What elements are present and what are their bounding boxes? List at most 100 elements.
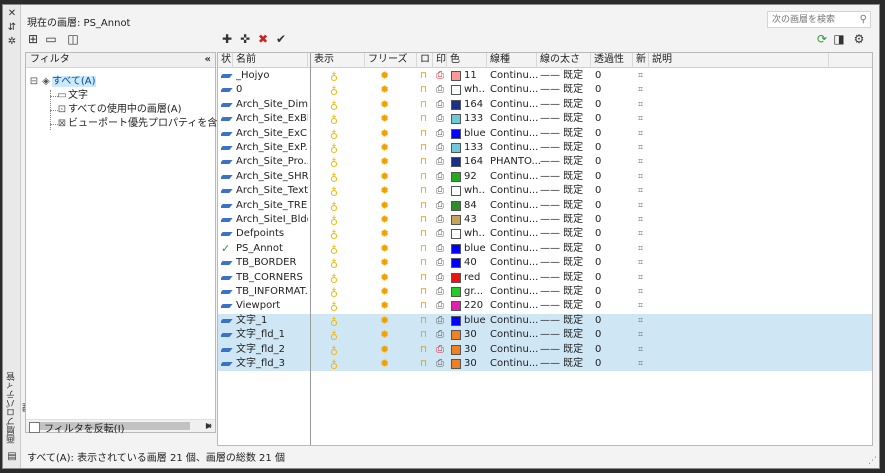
transparency[interactable]: 0 [595,343,615,357]
collapse-filter-button[interactable]: « [205,419,212,432]
no-plot-icon[interactable]: ⎙ [436,69,448,83]
layer-row[interactable]: Arch_Site_ExC... ♀ ✹ ⊓ ⎙ blue Continu...—— 既定 0… [218,127,872,141]
transparency[interactable]: 0 [595,112,615,126]
lineweight[interactable]: —— 既定 [540,242,588,256]
plot-icon[interactable]: ⎙ [436,184,448,198]
lineweight[interactable]: —— 既定 [540,83,588,97]
on-bulb-icon[interactable]: ♀ [326,343,338,357]
tree-node-all-used[interactable]: ⊡ すべての使用中の画層(A) [56,104,182,116]
on-bulb-icon[interactable]: ♀ [326,69,338,83]
color-name[interactable]: blue [464,127,486,141]
color-swatch[interactable] [451,157,461,168]
color-swatch[interactable] [451,301,461,312]
translucency-icon[interactable]: ◨ [831,31,847,47]
checkbox-box[interactable] [29,422,40,433]
lineweight[interactable]: —— 既定 [540,357,588,371]
column-color[interactable]: 色 [447,53,487,68]
layer-row[interactable]: 文字_fld_1 ♀ ✹ ⊓ ⎙ 30 Continu... —— 既定 0 ⌗ [218,328,872,343]
lineweight[interactable]: —— 既定 [540,199,588,213]
transparency[interactable]: 0 [595,271,615,285]
layer-name[interactable]: Viewport [236,299,308,313]
thaw-sun-icon[interactable]: ✹ [380,83,392,97]
layer-name[interactable]: Arch_Site_SHR... [236,170,308,184]
color-name[interactable]: 30 [464,357,486,371]
linetype[interactable]: Continu... [490,184,540,198]
tree-expander-icon[interactable]: ⊟ [28,76,40,88]
transparency[interactable]: 0 [595,227,615,241]
on-bulb-icon[interactable]: ♀ [326,328,338,342]
layer-name[interactable]: 0 [236,83,308,97]
thaw-sun-icon[interactable]: ✹ [380,299,392,313]
column-lock[interactable]: ロ [417,53,433,68]
unlock-icon[interactable]: ⊓ [420,271,430,285]
on-bulb-icon[interactable]: ♀ [326,155,338,169]
thaw-sun-icon[interactable]: ✹ [380,199,392,213]
layer-name[interactable]: Arch_Site_Dim... [236,98,308,112]
plot-icon[interactable]: ⎙ [436,271,448,285]
transparency[interactable]: 0 [595,155,615,169]
layer-row[interactable]: 0 ♀ ✹ ⊓ ⎙ wh... Continu... —— 既定 0 ⌗ [218,83,872,97]
layer-name[interactable]: 文字_1 [236,314,308,328]
column-new-vp-freeze[interactable]: 新 [633,53,649,68]
lineweight[interactable]: —— 既定 [540,343,588,357]
new-vp-freeze-icon[interactable]: ⌗ [638,285,650,299]
settings-gear-icon[interactable]: ⚙ [851,31,867,47]
new-vp-freeze-icon[interactable]: ⌗ [638,199,650,213]
column-status[interactable]: 状 [218,53,233,68]
color-name[interactable]: 30 [464,328,486,342]
color-swatch[interactable] [451,258,461,269]
close-icon[interactable]: ✕ [7,9,17,19]
lineweight[interactable]: —— 既定 [540,314,588,328]
linetype[interactable]: Continu... [490,299,540,313]
transparency[interactable]: 0 [595,357,615,371]
color-name[interactable]: 84 [464,199,486,213]
linetype[interactable]: PHANTO... [490,155,540,169]
transparency[interactable]: 0 [595,184,615,198]
layer-row[interactable]: Arch_Site_Text ♀ ✹ ⊓ ⎙ wh... Continu... —— 既定 0 ⌗ [218,184,872,198]
column-linetype[interactable]: 線種 [487,53,537,68]
color-name[interactable]: 164 [464,155,486,169]
lineweight[interactable]: —— 既定 [540,271,588,285]
layer-name[interactable]: TB_BORDER [236,256,308,270]
plot-icon[interactable]: ⎙ [436,155,448,169]
lineweight[interactable]: —— 既定 [540,299,588,313]
new-vp-freeze-icon[interactable]: ⌗ [638,314,650,328]
plot-icon[interactable]: ⎙ [436,127,448,141]
unlock-icon[interactable]: ⊓ [420,199,430,213]
linetype[interactable]: Continu... [490,112,540,126]
linetype[interactable]: Continu... [490,271,540,285]
linetype[interactable]: Continu... [490,314,540,328]
unlock-icon[interactable]: ⊓ [420,69,430,83]
lineweight[interactable]: —— 既定 [540,141,588,155]
linetype[interactable]: Continu... [490,141,540,155]
on-bulb-icon[interactable]: ♀ [326,112,338,126]
delete-layer-icon[interactable]: ✖ [255,31,271,47]
color-name[interactable]: 133 [464,141,486,155]
layer-name[interactable]: Arch_Site_ExC... [236,127,308,141]
on-bulb-icon[interactable]: ♀ [326,271,338,285]
layer-row[interactable]: TB_CORNERS ♀ ✹ ⊓ ⎙ red Continu... —— 既定 0 ⌗ [218,271,872,285]
layer-row[interactable]: Viewport ♀ ✹ ⊓ ⎙ 220 Continu... —— 既定 0 ⌗ [218,299,872,313]
thaw-sun-icon[interactable]: ✹ [380,69,392,83]
color-swatch[interactable] [451,71,461,81]
color-name[interactable]: 40 [464,256,486,270]
thaw-sun-icon[interactable]: ✹ [380,328,392,342]
linetype[interactable]: Continu... [490,285,540,299]
lineweight[interactable]: —— 既定 [540,69,588,83]
plot-icon[interactable]: ⎙ [436,199,448,213]
color-name[interactable]: 92 [464,170,486,184]
lineweight[interactable]: —— 既定 [540,328,588,342]
resize-grip-icon[interactable]: ⋰ [868,456,877,466]
layer-row[interactable]: _Hojyo ♀ ✹ ⊓ ⎙ 11 Continu... —— 既定 0 ⌗ [218,69,872,83]
color-swatch[interactable] [451,359,461,369]
linetype[interactable]: Continu... [490,83,540,97]
transparency[interactable]: 0 [595,170,615,184]
layer-name[interactable]: Arch_Site_ExBl... [236,112,308,126]
color-name[interactable]: 164 [464,98,486,112]
unlock-icon[interactable]: ⊓ [420,184,430,198]
layer-row[interactable]: Arch_Site_Pro... ♀ ✹ ⊓ ⎙ 164 PHANTO... —— 既定 0 ⌗ [218,155,872,169]
color-name[interactable]: red [464,271,486,285]
new-vp-freeze-icon[interactable]: ⌗ [638,184,650,198]
linetype[interactable]: Continu... [490,98,540,112]
unlock-icon[interactable]: ⊓ [420,314,430,328]
